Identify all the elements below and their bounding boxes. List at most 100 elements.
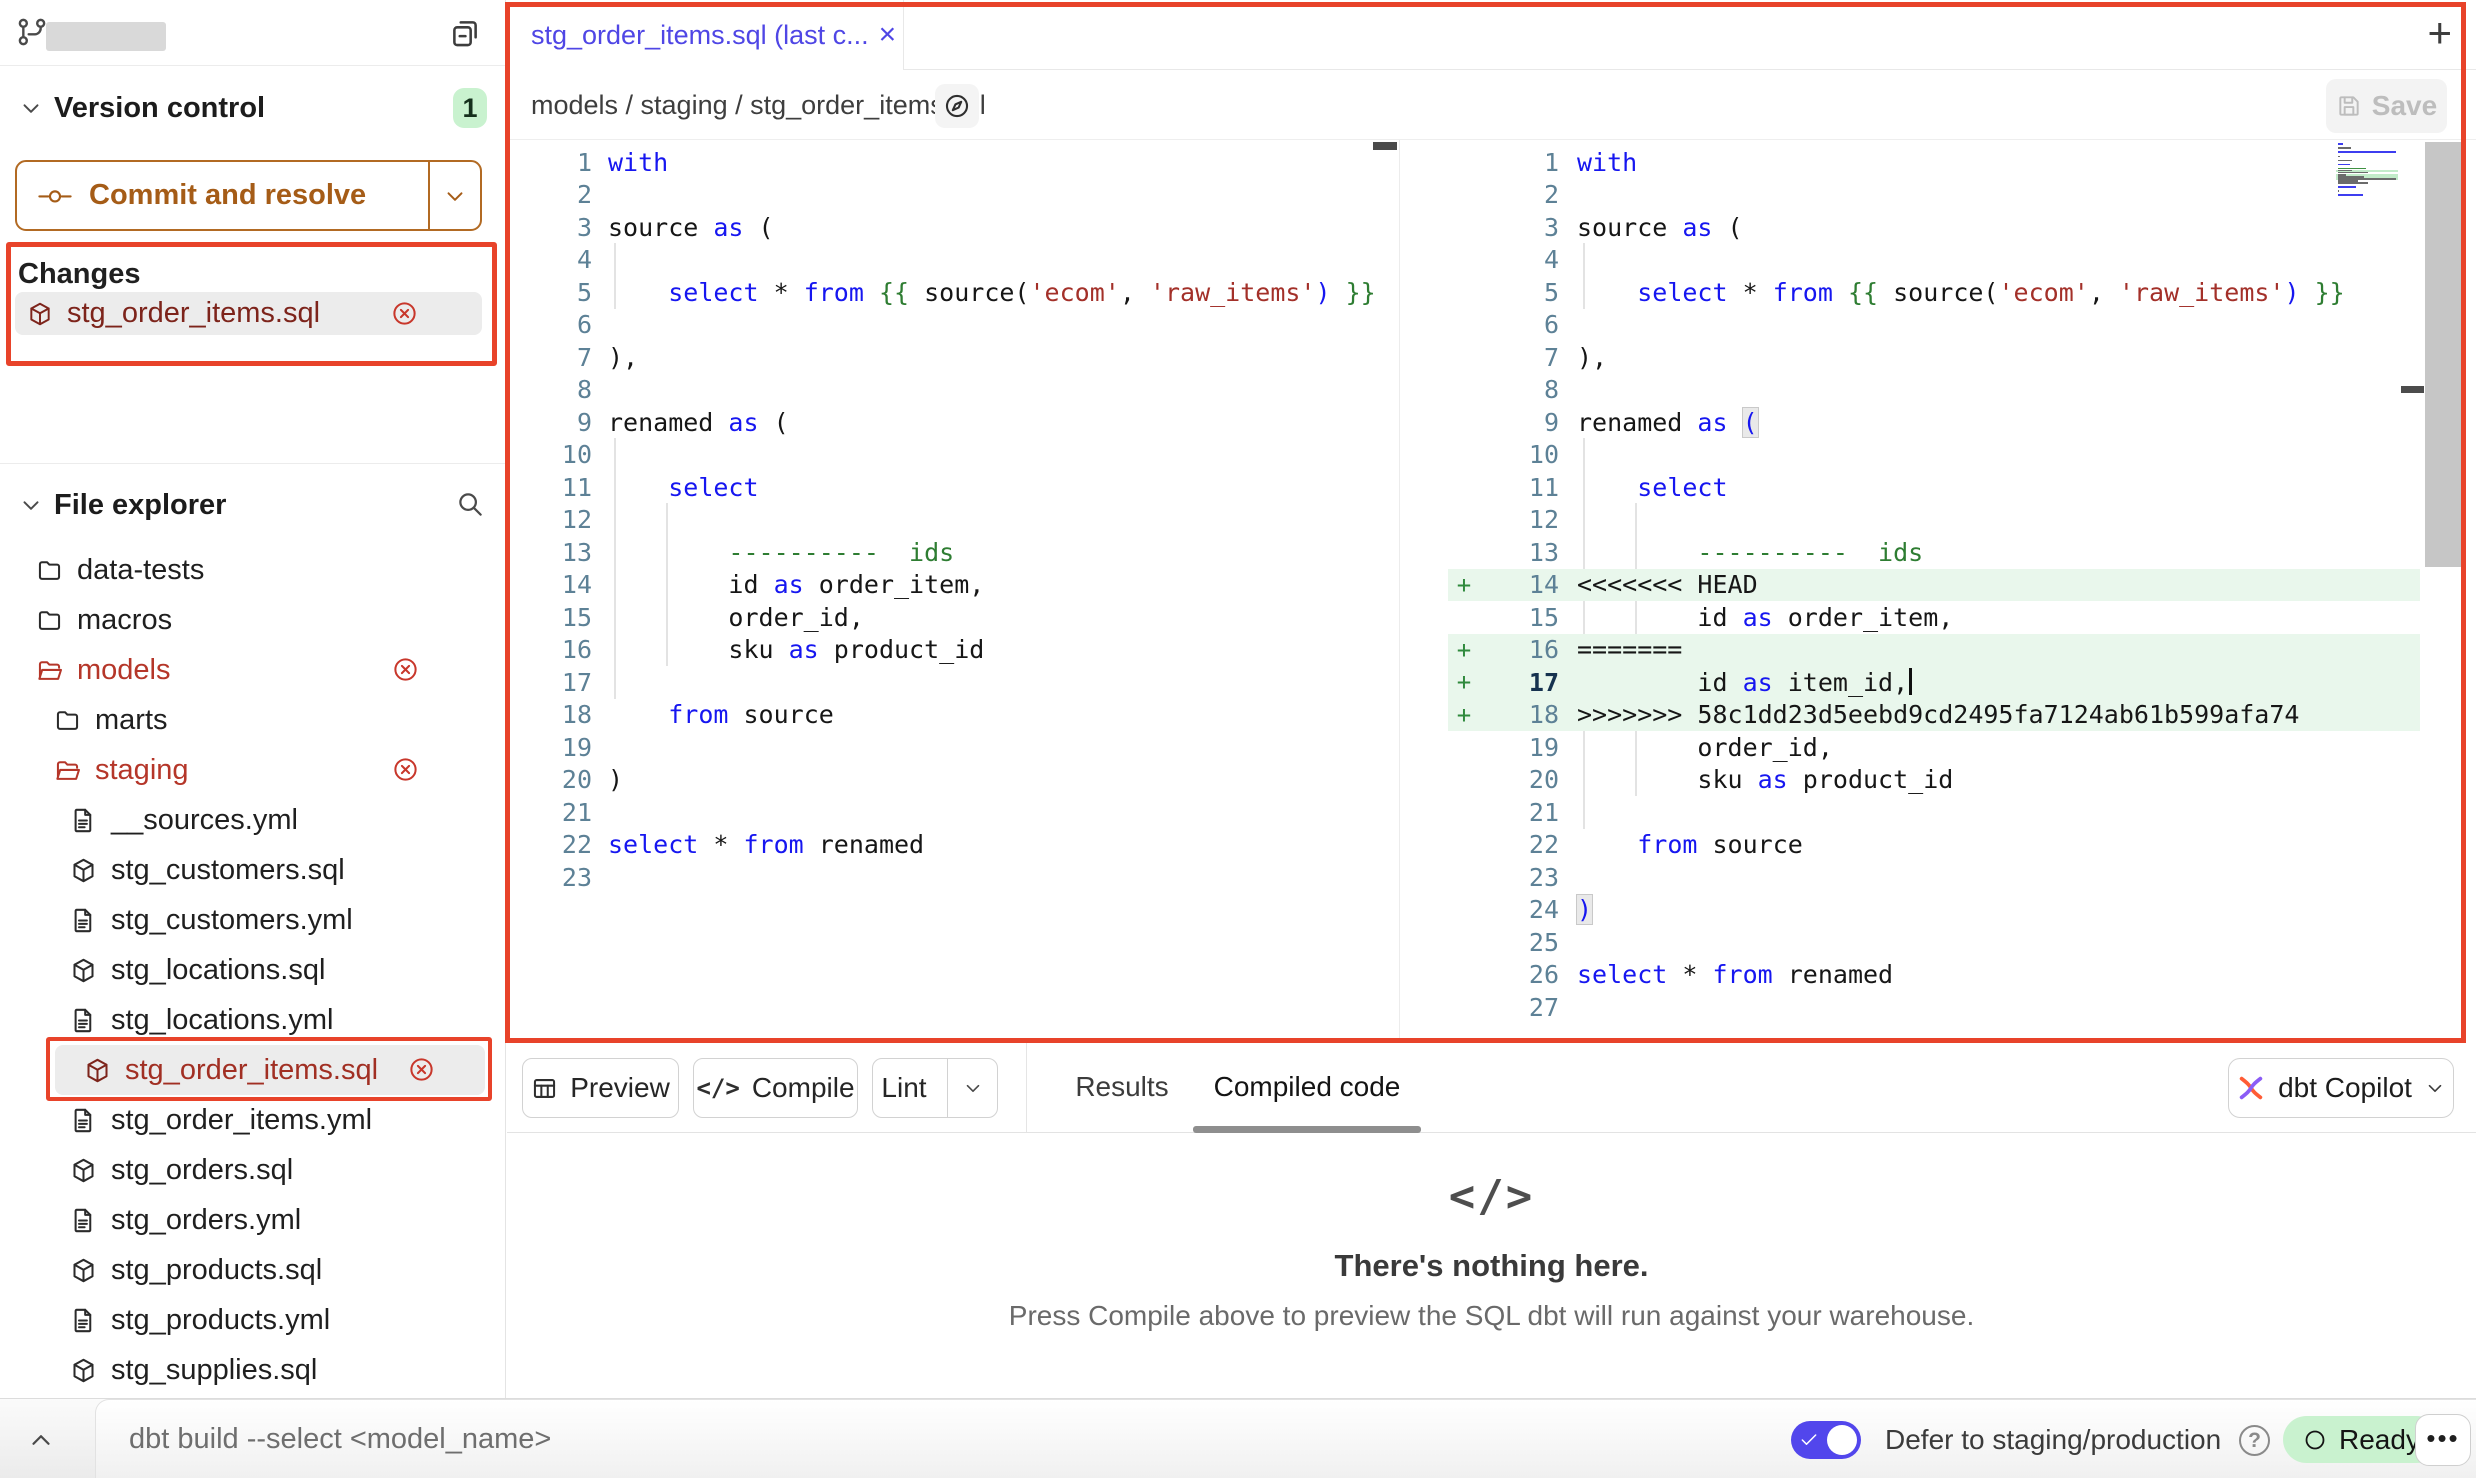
copy-icon[interactable] xyxy=(448,16,482,50)
editor-pane-right[interactable]: 1with23source as (45 select * from {{ so… xyxy=(1448,140,2420,1042)
tab-results[interactable]: Results xyxy=(1062,1042,1182,1132)
git-branch-icon[interactable] xyxy=(16,16,48,48)
editor-tab-stg-order-items[interactable]: stg_order_items.sql (last c... × xyxy=(507,0,904,70)
commit-dropdown-button[interactable] xyxy=(428,162,480,229)
compile-button[interactable]: </> Compile xyxy=(693,1058,858,1118)
line-number: 6 xyxy=(1480,310,1559,339)
line-number: 5 xyxy=(1480,278,1559,307)
tab-compiled-code[interactable]: Compiled code xyxy=(1193,1042,1421,1132)
line-number: 17 xyxy=(1480,668,1559,697)
code-line: 11 select xyxy=(1448,471,2420,504)
line-number: 7 xyxy=(1480,343,1559,372)
help-icon[interactable]: ? xyxy=(2239,1425,2270,1456)
model-cube-icon xyxy=(27,301,53,327)
collapse-chevron-icon[interactable] xyxy=(26,1425,56,1455)
line-code: ---------- ids xyxy=(592,538,954,567)
code-line: 20) xyxy=(507,764,1373,797)
chevron-down-icon xyxy=(962,1077,984,1099)
file-tree-item-stg-order-items-yml[interactable]: stg_order_items.yml xyxy=(0,1095,505,1145)
commit-icon xyxy=(37,182,73,210)
search-icon[interactable] xyxy=(455,489,485,519)
line-code: id as order_item, xyxy=(1559,603,1953,632)
line-number: 1 xyxy=(507,148,592,177)
diff-added-marker: + xyxy=(1448,701,1480,729)
code-line: 8 xyxy=(1448,374,2420,407)
right-pane-scrollbar[interactable] xyxy=(2425,142,2465,567)
chevron-down-icon[interactable] xyxy=(18,95,44,121)
preview-button[interactable]: Preview xyxy=(522,1058,679,1118)
command-input[interactable]: dbt build --select <model_name> xyxy=(129,1400,551,1478)
discard-change-icon[interactable] xyxy=(392,756,419,783)
defer-toggle[interactable] xyxy=(1791,1421,1861,1459)
divider xyxy=(1026,1042,1027,1132)
dbt-copilot-button[interactable]: dbt Copilot xyxy=(2228,1058,2454,1118)
diff-added-marker: + xyxy=(1448,636,1480,664)
code-line: 5 select * from {{ source('ecom', 'raw_i… xyxy=(507,276,1373,309)
file-tree-item-models[interactable]: models xyxy=(0,645,505,695)
file-explorer-title: File explorer xyxy=(54,489,226,522)
file-tree-item-stg-orders-yml[interactable]: stg_orders.yml xyxy=(0,1195,505,1245)
model-cube-icon xyxy=(84,1057,111,1084)
changed-file-row[interactable]: stg_order_items.sql xyxy=(15,292,482,335)
file-tree-label: stg_customers.sql xyxy=(111,854,345,887)
lint-dropdown-button[interactable] xyxy=(947,1059,997,1117)
code-line: 12 xyxy=(507,504,1373,537)
discard-change-icon[interactable] xyxy=(392,656,419,683)
file-tree-item-stg-products-sql[interactable]: stg_products.sql xyxy=(0,1245,505,1295)
file-tree-item-stg-customers-sql[interactable]: stg_customers.sql xyxy=(0,845,505,895)
line-code: id as order_item, xyxy=(592,570,984,599)
file-tree-item-stg-locations-sql[interactable]: stg_locations.sql xyxy=(0,945,505,995)
code-line: 18 from source xyxy=(507,699,1373,732)
save-button[interactable]: Save xyxy=(2326,79,2447,133)
file-tree-item-marts[interactable]: marts xyxy=(0,695,505,745)
file-tree-item-data-tests[interactable]: data-tests xyxy=(0,545,505,595)
new-tab-button[interactable]: + xyxy=(2427,12,2452,54)
line-number: 8 xyxy=(507,375,592,404)
file-tree-item-stg-orders-sql[interactable]: stg_orders.sql xyxy=(0,1145,505,1195)
document-icon xyxy=(70,1307,97,1334)
line-number: 4 xyxy=(1480,245,1559,274)
line-code: select * from {{ source('ecom', 'raw_ite… xyxy=(1559,278,2345,307)
chevron-down-icon[interactable] xyxy=(18,492,44,518)
model-cube-icon xyxy=(70,1257,97,1284)
line-number: 11 xyxy=(507,473,592,502)
check-icon xyxy=(1799,1430,1819,1450)
text-cursor xyxy=(1909,668,1912,695)
discard-change-icon[interactable] xyxy=(408,1056,435,1083)
folder-open-icon xyxy=(36,657,63,684)
changed-file-name: stg_order_items.sql xyxy=(67,297,391,330)
commit-and-resolve-button[interactable]: Commit and resolve xyxy=(15,160,482,231)
lineage-compass-icon[interactable] xyxy=(935,84,979,128)
code-line: 15 id as order_item, xyxy=(1448,601,2420,634)
file-tree-item-staging[interactable]: staging xyxy=(0,745,505,795)
line-code: ) xyxy=(1559,895,1592,924)
more-options-button[interactable]: ••• xyxy=(2415,1414,2471,1466)
command-panel: dbt build --select <model_name> Defer to… xyxy=(95,1399,2476,1478)
discard-change-icon[interactable] xyxy=(391,300,418,327)
file-tree-item-stg-supplies-sql[interactable]: stg_supplies.sql xyxy=(0,1345,505,1395)
table-icon xyxy=(531,1075,558,1102)
file-tree-item--sources-yml[interactable]: __sources.yml xyxy=(0,795,505,845)
line-number: 2 xyxy=(1480,180,1559,209)
code-line: 9renamed as ( xyxy=(1448,406,2420,439)
file-tree-item-stg-products-yml[interactable]: stg_products.yml xyxy=(0,1295,505,1345)
close-tab-icon[interactable]: × xyxy=(879,20,897,50)
file-tree-item-stg-customers-yml[interactable]: stg_customers.yml xyxy=(0,895,505,945)
folder-icon xyxy=(36,607,63,634)
file-tree-item-macros[interactable]: macros xyxy=(0,595,505,645)
code-line: 11 select xyxy=(507,471,1373,504)
file-tree-label: stg_locations.yml xyxy=(111,1004,333,1037)
lint-button[interactable]: Lint xyxy=(872,1058,998,1118)
file-tree-item-stg-order-items-sql[interactable]: stg_order_items.sql xyxy=(55,1045,485,1095)
empty-state-subtitle: Press Compile above to preview the SQL d… xyxy=(507,1300,2476,1332)
file-tree-item-stg-locations-yml[interactable]: stg_locations.yml xyxy=(0,995,505,1045)
line-number: 1 xyxy=(1480,148,1559,177)
left-pane-scrollbar-thumb[interactable] xyxy=(1373,142,1397,150)
tab-title: stg_order_items.sql (last c... xyxy=(531,20,869,51)
line-code: ---------- ids xyxy=(1559,538,1923,567)
line-code: with xyxy=(1559,148,1637,177)
line-number: 19 xyxy=(507,733,592,762)
editor-pane-left[interactable]: 1with23source as (45 select * from {{ so… xyxy=(507,140,1373,1042)
line-code: select xyxy=(592,473,759,502)
code-line: 13 ---------- ids xyxy=(507,536,1373,569)
